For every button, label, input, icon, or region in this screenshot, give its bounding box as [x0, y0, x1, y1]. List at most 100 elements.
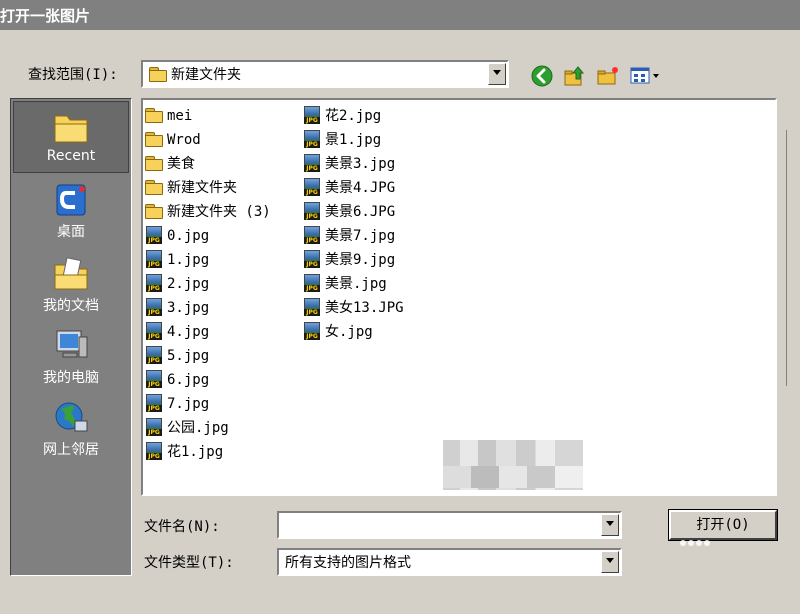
lookin-label: 查找范围(I):: [28, 67, 118, 83]
jpg-file-icon: JPG: [145, 322, 163, 340]
file-column-2: JPG 花2.jpg JPG 景1.jpg JPG 美景3.jpg JPG 美景4.JP…: [303, 104, 404, 344]
file-name: 美景4.JPG: [325, 180, 396, 196]
view-menu-icon[interactable]: [630, 64, 662, 88]
place-network-label: 网上邻居: [43, 442, 99, 458]
filename-dropdown-button[interactable]: [601, 514, 619, 536]
jpg-file-icon: JPG: [145, 418, 163, 436]
list-item[interactable]: JPG 美景7.jpg: [303, 224, 404, 248]
list-item[interactable]: JPG 公园.jpg: [145, 416, 271, 440]
up-folder-icon[interactable]: [563, 64, 587, 88]
file-name: 3.jpg: [167, 300, 210, 316]
folder-icon: [145, 108, 163, 123]
file-name: 公园.jpg: [167, 420, 229, 436]
lookin-combobox[interactable]: 新建文件夹: [141, 60, 509, 88]
list-item[interactable]: JPG 5.jpg: [145, 344, 271, 368]
place-desktop[interactable]: 桌面: [13, 175, 129, 247]
desktop-icon: [56, 184, 86, 216]
file-name: 花2.jpg: [325, 108, 382, 124]
file-name: 美女13.JPG: [325, 300, 404, 316]
file-name: Wrod: [167, 132, 201, 148]
jpg-file-icon: JPG: [303, 322, 321, 340]
recent-folder-icon: [54, 115, 88, 143]
list-item[interactable]: JPG 美女13.JPG: [303, 296, 404, 320]
list-item[interactable]: JPG 3.jpg: [145, 296, 271, 320]
list-item[interactable]: mei: [145, 104, 271, 128]
file-name: 美景6.JPG: [325, 204, 396, 220]
file-name: mei: [167, 108, 193, 124]
place-computer-label: 我的电脑: [43, 370, 99, 386]
places-bar: Recent 桌面 我的文档 我的电脑 网上邻居: [10, 98, 132, 576]
new-folder-icon[interactable]: [596, 64, 620, 88]
file-name: 0.jpg: [167, 228, 210, 244]
window-title: 打开一张图片: [0, 7, 91, 25]
watermark-dots: [680, 534, 712, 550]
jpg-file-icon: JPG: [145, 394, 163, 412]
file-name: 美景.jpg: [325, 276, 387, 292]
folder-icon: [149, 67, 167, 82]
file-name: 7.jpg: [167, 396, 210, 412]
file-name: 5.jpg: [167, 348, 210, 364]
title-bar[interactable]: 打开一张图片: [0, 0, 800, 30]
filetype-value: 所有支持的图片格式: [285, 555, 411, 571]
file-name: 2.jpg: [167, 276, 210, 292]
list-item[interactable]: JPG 4.jpg: [145, 320, 271, 344]
list-item[interactable]: JPG 1.jpg: [145, 248, 271, 272]
folder-icon: [145, 156, 163, 171]
jpg-file-icon: JPG: [303, 226, 321, 244]
list-item[interactable]: JPG 美景.jpg: [303, 272, 404, 296]
list-item[interactable]: JPG 美景6.JPG: [303, 200, 404, 224]
list-item[interactable]: 新建文件夹 (3): [145, 200, 271, 224]
list-item[interactable]: JPG 2.jpg: [145, 272, 271, 296]
blurred-region: [443, 466, 583, 488]
list-item[interactable]: JPG 0.jpg: [145, 224, 271, 248]
place-network[interactable]: 网上邻居: [13, 393, 129, 465]
list-item[interactable]: JPG 景1.jpg: [303, 128, 404, 152]
list-item[interactable]: JPG 美景3.jpg: [303, 152, 404, 176]
file-name: 新建文件夹: [167, 180, 237, 196]
jpg-file-icon: JPG: [145, 370, 163, 388]
jpg-file-icon: JPG: [145, 274, 163, 292]
lookin-dropdown-button[interactable]: [488, 63, 506, 85]
file-list[interactable]: mei Wrod 美食 新建文件夹 新建文件夹 (3) JPG 0.jpg JPG…: [141, 98, 777, 496]
file-name: 新建文件夹 (3): [167, 204, 271, 220]
filetype-combobox[interactable]: 所有支持的图片格式: [277, 548, 622, 576]
list-item[interactable]: 美食: [145, 152, 271, 176]
jpg-file-icon: JPG: [303, 202, 321, 220]
my-documents-icon: [54, 257, 88, 290]
list-item[interactable]: JPG 6.jpg: [145, 368, 271, 392]
place-documents[interactable]: 我的文档: [13, 249, 129, 321]
list-item[interactable]: JPG 花1.jpg: [145, 440, 271, 464]
folder-icon: [145, 180, 163, 195]
place-desktop-label: 桌面: [57, 224, 85, 240]
place-documents-label: 我的文档: [43, 298, 99, 314]
jpg-file-icon: JPG: [145, 442, 163, 460]
my-computer-icon: [56, 330, 88, 358]
list-item[interactable]: 新建文件夹: [145, 176, 271, 200]
filename-combobox[interactable]: [277, 511, 622, 539]
place-recent[interactable]: Recent: [13, 101, 129, 173]
file-name: 美景9.jpg: [325, 252, 396, 268]
network-globe-icon: [55, 402, 88, 432]
list-item[interactable]: JPG 美景9.jpg: [303, 248, 404, 272]
jpg-file-icon: JPG: [303, 106, 321, 124]
list-item[interactable]: JPG 花2.jpg: [303, 104, 404, 128]
folder-icon: [145, 204, 163, 219]
file-name: 花1.jpg: [167, 444, 224, 460]
jpg-file-icon: JPG: [145, 346, 163, 364]
jpg-file-icon: JPG: [303, 154, 321, 172]
list-item[interactable]: Wrod: [145, 128, 271, 152]
lookin-value: 新建文件夹: [171, 67, 241, 83]
list-item[interactable]: JPG 美景4.JPG: [303, 176, 404, 200]
filename-label: 文件名(N):: [144, 519, 220, 535]
place-computer[interactable]: 我的电脑: [13, 321, 129, 393]
jpg-file-icon: JPG: [303, 298, 321, 316]
list-item[interactable]: JPG 7.jpg: [145, 392, 271, 416]
jpg-file-icon: JPG: [303, 250, 321, 268]
filetype-dropdown-button[interactable]: [601, 551, 619, 573]
back-arrow-icon[interactable]: [530, 64, 554, 88]
folder-icon: [145, 132, 163, 147]
file-name: 美食: [167, 156, 195, 172]
place-recent-label: Recent: [46, 148, 96, 164]
jpg-file-icon: JPG: [145, 226, 163, 244]
list-item[interactable]: JPG 女.jpg: [303, 320, 404, 344]
